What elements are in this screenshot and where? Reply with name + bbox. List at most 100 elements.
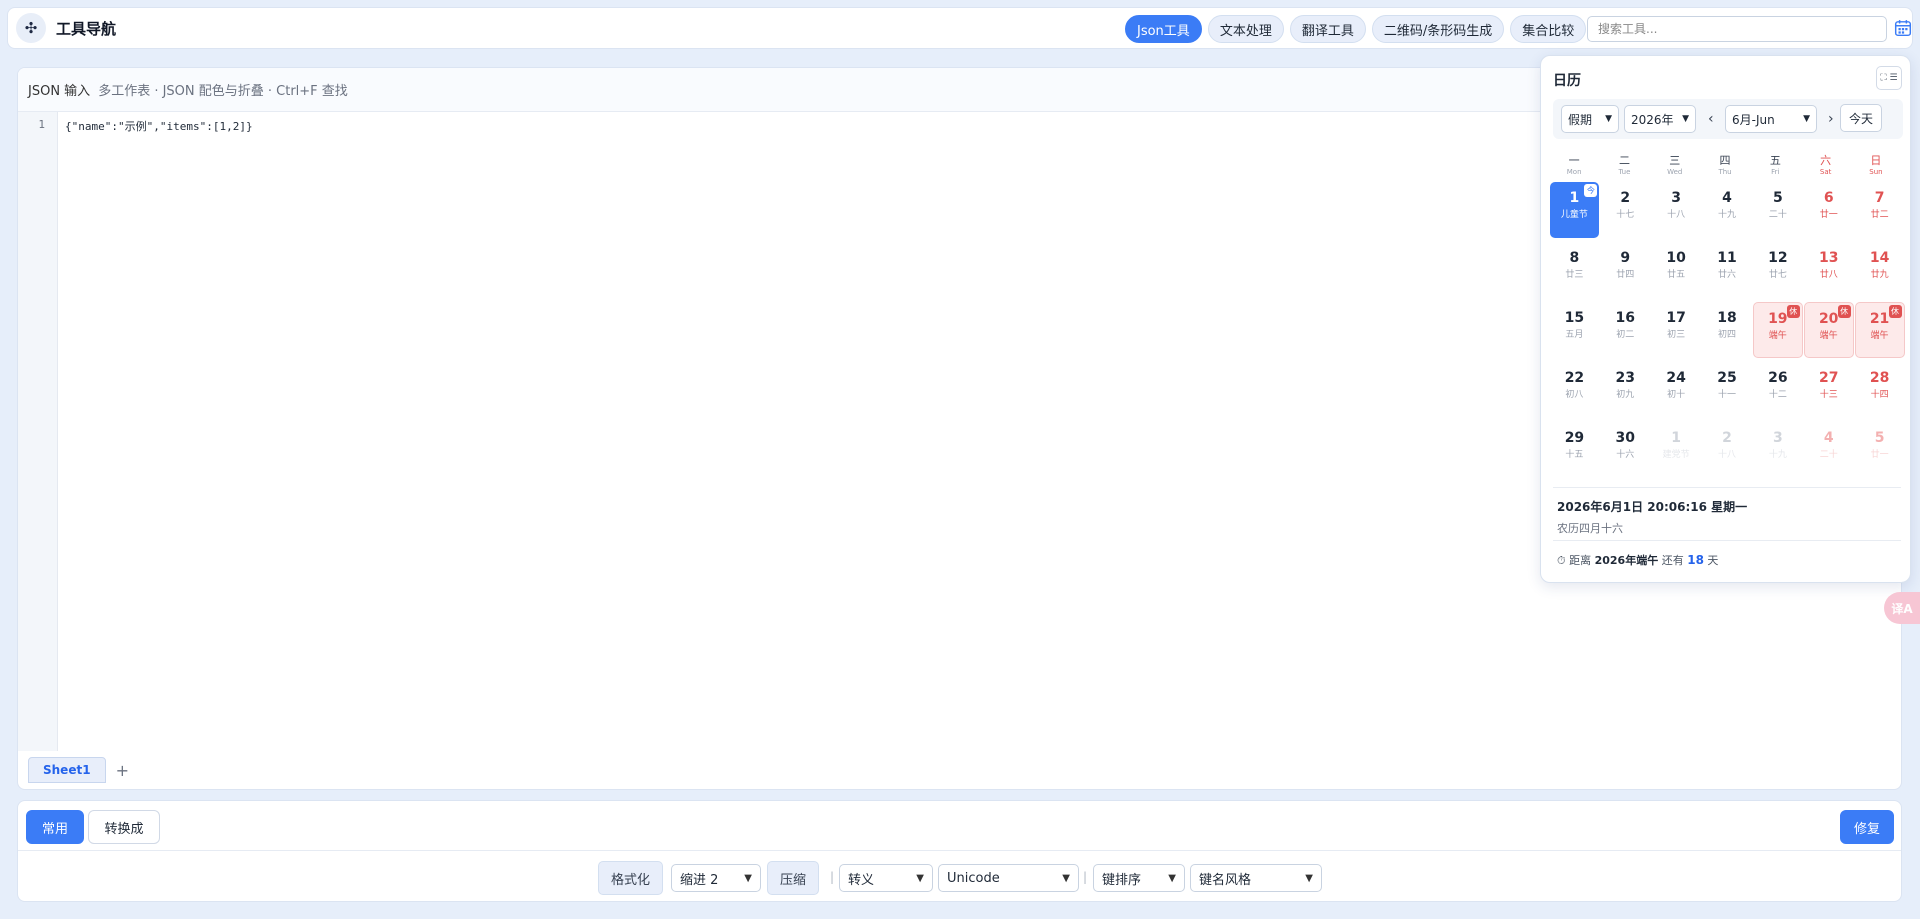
calendar-popup: 日历 ⛶ ☰ 假期 ▼ 2026年 ▼ ‹ 6月-Jun ▼ › 今天 一 Mon 二 Tu… bbox=[1540, 55, 1911, 583]
indent-value: 缩进 2 bbox=[680, 872, 719, 888]
year-select[interactable]: 2026年 ▼ bbox=[1624, 105, 1696, 133]
key-style-value: 键名风格 bbox=[1199, 872, 1252, 888]
calendar-day-cell[interactable]: 20 端午休 bbox=[1803, 302, 1854, 358]
calendar-day-cell[interactable]: 8 廿三 bbox=[1550, 242, 1600, 298]
json-content[interactable]: {"name":"示例","items":[1,2]} bbox=[65, 118, 253, 134]
app-title: 工具导航 bbox=[56, 19, 117, 38]
nav-tab-text[interactable]: 文本处理 bbox=[1207, 15, 1284, 43]
calendar-icon[interactable] bbox=[1894, 19, 1912, 37]
lunar-label: 廿八 bbox=[1819, 270, 1838, 280]
chevron-down-icon: ▼ bbox=[1605, 114, 1612, 124]
day-number: 5 bbox=[1772, 190, 1783, 206]
key-sort-select[interactable]: 键排序 ▼ bbox=[1093, 864, 1185, 892]
nav-tab-qrcode[interactable]: 二维码/条形码生成 bbox=[1371, 15, 1505, 43]
translate-float-icon[interactable]: 译A bbox=[1884, 592, 1920, 624]
calendar-day-cell[interactable]: 4 二十 bbox=[1804, 422, 1854, 478]
prev-month-button[interactable]: ‹ bbox=[1708, 111, 1714, 127]
view-toggle-icon[interactable]: ⛶ ☰ bbox=[1876, 66, 1902, 90]
calendar-day-cell[interactable]: 4 十九 bbox=[1702, 182, 1752, 238]
calendar-day-cell[interactable]: 15 五月 bbox=[1550, 302, 1600, 358]
calendar-day-cell[interactable]: 29 十五 bbox=[1550, 422, 1600, 478]
lunar-label: 建党节 bbox=[1662, 450, 1690, 460]
calendar-day-cell[interactable]: 10 廿五 bbox=[1651, 242, 1701, 298]
calendar-day-cell[interactable]: 5 二十 bbox=[1753, 182, 1803, 238]
calendar-day-cell[interactable]: 21 端午休 bbox=[1854, 302, 1905, 358]
calendar-day-cell[interactable]: 13 廿八 bbox=[1804, 242, 1854, 298]
nav-tab-translate[interactable]: 翻译工具 bbox=[1289, 15, 1366, 43]
countdown-prefix: 距离 bbox=[1569, 554, 1592, 567]
next-month-button[interactable]: › bbox=[1828, 111, 1834, 127]
calendar-day-cell[interactable]: 2 十七 bbox=[1600, 182, 1650, 238]
calendar-day-cell[interactable]: 22 初八 bbox=[1550, 362, 1600, 418]
compress-button[interactable]: 压缩 bbox=[767, 861, 820, 895]
calendar-day-cell[interactable]: 1 儿童节今 bbox=[1549, 182, 1600, 238]
calendar-day-cell[interactable]: 5 廿一 bbox=[1855, 422, 1905, 478]
add-sheet-button[interactable]: + bbox=[116, 761, 129, 780]
weekday-label: 日 Sun bbox=[1851, 152, 1901, 176]
calendar-day-cell[interactable]: 12 廿七 bbox=[1753, 242, 1803, 298]
lunar-label: 初九 bbox=[1616, 390, 1635, 400]
calendar-day-cell[interactable]: 26 十二 bbox=[1753, 362, 1803, 418]
mode-select[interactable]: 假期 ▼ bbox=[1561, 105, 1619, 133]
sheet-tab[interactable]: Sheet1 bbox=[28, 757, 106, 783]
app-logo-icon[interactable]: ✣ bbox=[16, 13, 46, 43]
calendar-week-row: 22 初八 23 初九 24 初十 25 十一 26 十二 27 十三 28 十四 bbox=[1549, 362, 1905, 422]
editor-title: JSON 输入 bbox=[28, 84, 91, 99]
day-number: 9 bbox=[1620, 250, 1631, 266]
nav-tab-set-compare[interactable]: 集合比较 bbox=[1510, 15, 1587, 43]
calendar-day-cell[interactable]: 2 十八 bbox=[1702, 422, 1752, 478]
rest-day-badge: 休 bbox=[1837, 305, 1851, 318]
repair-button[interactable]: 修复 bbox=[1840, 810, 1894, 844]
lunar-label: 十八 bbox=[1667, 210, 1686, 220]
lunar-label: 儿童节 bbox=[1560, 210, 1588, 220]
today-button[interactable]: 今天 bbox=[1840, 104, 1882, 132]
day-number: 10 bbox=[1666, 250, 1686, 266]
line-number: 1 bbox=[38, 118, 45, 131]
calendar-day-cell[interactable]: 16 初二 bbox=[1600, 302, 1650, 358]
lunar-label: 端午 bbox=[1819, 331, 1838, 341]
calendar-day-cell[interactable]: 3 十九 bbox=[1753, 422, 1803, 478]
calendar-day-cell[interactable]: 1 建党节 bbox=[1651, 422, 1701, 478]
weekday-label: 三 Wed bbox=[1650, 152, 1700, 176]
weekday-cn: 六 bbox=[1820, 154, 1832, 167]
search-input[interactable] bbox=[1587, 16, 1887, 42]
format-button[interactable]: 格式化 bbox=[598, 861, 664, 895]
calendar-day-cell[interactable]: 28 十四 bbox=[1855, 362, 1905, 418]
calendar-day-cell[interactable]: 7 廿二 bbox=[1855, 182, 1905, 238]
calendar-day-cell[interactable]: 23 初九 bbox=[1600, 362, 1650, 418]
holiday-countdown: ⏱ 距离 2026年端午 还有 18 天 bbox=[1557, 552, 1718, 568]
tab-common[interactable]: 常用 bbox=[26, 810, 84, 844]
calendar-day-cell[interactable]: 19 端午休 bbox=[1752, 302, 1803, 358]
calendar-day-cell[interactable]: 6 廿一 bbox=[1804, 182, 1854, 238]
calendar-day-cell[interactable]: 27 十三 bbox=[1804, 362, 1854, 418]
calendar-day-cell[interactable]: 9 廿四 bbox=[1600, 242, 1650, 298]
sheet-tab-bar: Sheet1 + bbox=[18, 751, 1901, 789]
calendar-day-cell[interactable]: 11 廿六 bbox=[1702, 242, 1752, 298]
month-select[interactable]: 6月-Jun ▼ bbox=[1725, 105, 1817, 133]
calendar-day-cell[interactable]: 3 十八 bbox=[1651, 182, 1701, 238]
weekday-label: 四 Thu bbox=[1700, 152, 1750, 176]
chevron-down-icon: ▼ bbox=[1682, 114, 1689, 124]
lunar-label: 十八 bbox=[1718, 450, 1737, 460]
encoding-select[interactable]: Unicode ▼ bbox=[938, 864, 1079, 892]
calendar-day-cell[interactable]: 30 十六 bbox=[1600, 422, 1650, 478]
chevron-down-icon: ▼ bbox=[1803, 114, 1810, 124]
weekday-en: Sat bbox=[1819, 168, 1832, 176]
weekday-en: Mon bbox=[1566, 168, 1582, 176]
indent-select[interactable]: 缩进 2 ▼ bbox=[671, 864, 761, 892]
toolbar-tabs-row: 常用 转换成 修复 bbox=[18, 801, 1901, 851]
calendar-day-cell[interactable]: 14 廿九 bbox=[1855, 242, 1905, 298]
day-number: 5 bbox=[1874, 430, 1885, 446]
month-value: 6月-Jun bbox=[1732, 112, 1775, 127]
calendar-day-cell[interactable]: 17 初三 bbox=[1651, 302, 1701, 358]
key-style-select[interactable]: 键名风格 ▼ bbox=[1190, 864, 1322, 892]
nav-tab-json[interactable]: Json工具 bbox=[1125, 15, 1202, 43]
tab-convert[interactable]: 转换成 bbox=[88, 810, 160, 844]
calendar-day-cell[interactable]: 18 初四 bbox=[1702, 302, 1752, 358]
calendar-day-cell[interactable]: 24 初十 bbox=[1651, 362, 1701, 418]
escape-select[interactable]: 转义 ▼ bbox=[839, 864, 933, 892]
lunar-label: 廿六 bbox=[1718, 270, 1737, 280]
day-number: 14 bbox=[1869, 250, 1890, 266]
calendar-day-cell[interactable]: 25 十一 bbox=[1702, 362, 1752, 418]
chevron-down-icon: ▼ bbox=[1062, 872, 1070, 884]
